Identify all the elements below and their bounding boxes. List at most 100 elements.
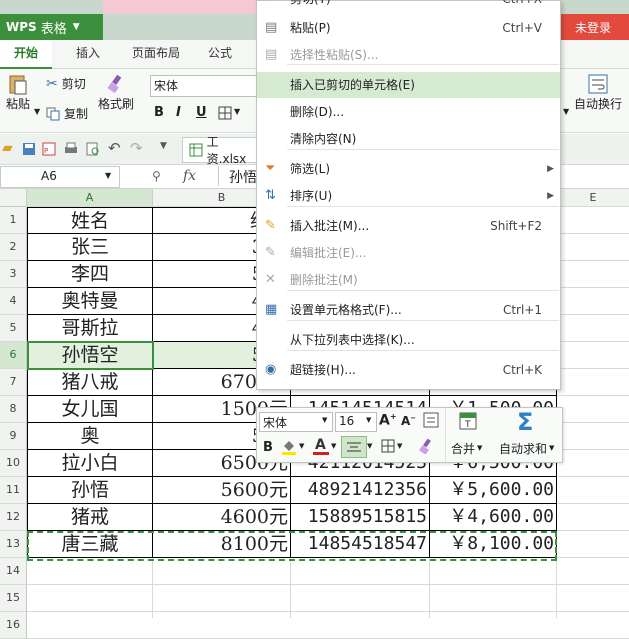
menu-item-14[interactable]: ◉ 超链接(H)... Ctrl+K xyxy=(257,357,560,383)
row-header-12[interactable]: 12 xyxy=(0,504,27,531)
menu-item-13[interactable]: 从下拉列表中选择(K)... xyxy=(257,327,560,353)
center-align-button[interactable] xyxy=(341,436,367,458)
menu-item-12[interactable]: ▦ 设置单元格格式(F)... Ctrl+1 xyxy=(257,297,560,323)
menu-item-shortcut: Shift+F2 xyxy=(490,219,542,233)
align-center-icon xyxy=(347,442,361,452)
row-header-4[interactable]: 4 xyxy=(0,288,27,315)
delete-comment-icon: ✕ xyxy=(265,272,276,287)
cell-a7[interactable]: 猪八戒 xyxy=(27,369,153,396)
menu-item-shortcut: Ctrl+X xyxy=(502,0,542,12)
shrink-font-icon[interactable]: A− xyxy=(401,414,416,428)
merge-label: 合并 xyxy=(451,442,476,456)
row-header-8[interactable]: 8 xyxy=(0,396,27,423)
grow-font-icon[interactable]: A+ xyxy=(379,412,397,429)
chevron-down-icon: ▼ xyxy=(322,416,328,424)
menu-item-10[interactable]: ✎ 编辑批注(E)... xyxy=(257,240,560,266)
menu-item-label: 清除内容(N) xyxy=(290,132,357,146)
font-color-swatch xyxy=(313,452,329,455)
chevron-down-icon[interactable]: ▼ xyxy=(299,442,304,450)
border-icon[interactable] xyxy=(381,439,395,453)
row-header-16[interactable]: 16 xyxy=(0,612,27,639)
cut-marquee xyxy=(27,531,557,561)
row-header-6[interactable]: 6 xyxy=(0,342,27,369)
cell-a5[interactable]: 哥斯拉 xyxy=(27,315,153,342)
context-menu: ✂ 剪切(T) Ctrl+X ▤ 粘贴(P) Ctrl+V ▤ 选择性粘贴(S)... 插入已剪… xyxy=(256,0,561,390)
menu-item-label: 超链接(H)... xyxy=(290,363,356,377)
filter-icon: ⏷ xyxy=(265,161,276,176)
scissors-icon: ✂ xyxy=(265,0,279,6)
menu-item-1[interactable]: ✂ 剪切(T) Ctrl+X xyxy=(257,0,560,12)
gridline xyxy=(26,584,629,585)
mini-size-select[interactable]: 16 ▼ xyxy=(335,412,377,432)
menu-item-shortcut: Ctrl+1 xyxy=(502,303,542,317)
menu-item-9[interactable]: ✎ 插入批注(M)... Shift+F2 xyxy=(257,213,560,239)
cell-a10[interactable]: 拉小白 xyxy=(27,450,153,477)
menu-item-shortcut: Ctrl+V xyxy=(502,21,542,35)
menu-item-label: 筛选(L) xyxy=(290,162,331,176)
chevron-down-icon: ▼ xyxy=(366,416,372,424)
cell-a12[interactable]: 猪戒 xyxy=(27,504,153,531)
cell-c11[interactable]: 48921412356 xyxy=(291,477,430,504)
row-header-5[interactable]: 5 xyxy=(0,315,27,342)
row-header-7[interactable]: 7 xyxy=(0,369,27,396)
chevron-down-icon[interactable]: ▼ xyxy=(367,442,372,450)
cell-b11[interactable]: 5600元 xyxy=(153,477,291,504)
cell-a9[interactable]: 奥 xyxy=(27,423,153,450)
cell-a1[interactable]: 姓名 xyxy=(27,207,153,234)
menu-item-label: 插入已剪切的单元格(E) xyxy=(290,78,415,92)
mini-font-name: 宋体 xyxy=(263,416,288,430)
chevron-down-icon[interactable]: ▼ xyxy=(397,442,402,450)
cell-style-icon[interactable] xyxy=(423,412,439,428)
menu-item-6[interactable]: 清除内容(N) xyxy=(257,126,560,152)
cell-a3[interactable]: 李四 xyxy=(27,261,153,288)
cell-a11[interactable]: 孙悟 xyxy=(27,477,153,504)
cell-d11[interactable]: ￥5,600.00 xyxy=(430,477,557,504)
autosum-label: 自动求和 xyxy=(499,442,548,456)
row-header-9[interactable]: 9 xyxy=(0,423,27,450)
autosum-button[interactable]: Σ 自动求和 ▼ xyxy=(495,408,559,460)
mini-toolbar: 宋体 ▼ 16 ▼ A+ A− B ▼ A ▼ ▼ ▼ T 合并 ▼ Σ 自动求… xyxy=(256,407,563,463)
menu-item-label: 编辑批注(E)... xyxy=(290,246,367,260)
merge-cells-icon: T xyxy=(459,412,477,430)
cell-d12[interactable]: ￥4,600.00 xyxy=(430,504,557,531)
merge-button[interactable]: T 合并 ▼ xyxy=(449,410,487,460)
menu-item-label: 排序(U) xyxy=(290,189,333,203)
row-header-3[interactable]: 3 xyxy=(0,261,27,288)
menu-item-4[interactable]: 插入已剪切的单元格(E) xyxy=(257,72,560,98)
row-header-13[interactable]: 13 xyxy=(0,531,27,558)
cell-a4[interactable]: 奥特曼 xyxy=(27,288,153,315)
insert-comment-icon: ✎ xyxy=(265,218,276,233)
menu-item-label: 选择性粘贴(S)... xyxy=(290,48,379,62)
menu-item-5[interactable]: 删除(D)... xyxy=(257,99,560,125)
font-color-icon[interactable]: A xyxy=(313,437,329,456)
chevron-down-icon[interactable]: ▼ xyxy=(331,442,336,450)
row-header-14[interactable]: 14 xyxy=(0,558,27,585)
menu-item-7[interactable]: ⏷ 筛选(L) ▶ xyxy=(257,156,560,182)
cell-a2[interactable]: 张三 xyxy=(27,234,153,261)
menu-item-label: 插入批注(M)... xyxy=(290,219,370,233)
row-header-11[interactable]: 11 xyxy=(0,477,27,504)
active-cell-outline xyxy=(27,341,154,370)
chevron-down-icon: ▼ xyxy=(477,444,483,452)
menu-item-8[interactable]: ⇅ 排序(U) ▶ xyxy=(257,183,560,209)
row-header-2[interactable]: 2 xyxy=(0,234,27,261)
row-header-10[interactable]: 10 xyxy=(0,450,27,477)
menu-item-11[interactable]: ✕ 删除批注(M) xyxy=(257,267,560,293)
menu-item-label: 从下拉列表中选择(K)... xyxy=(290,333,415,347)
brush-icon[interactable] xyxy=(417,438,433,454)
cell-a8[interactable]: 女儿国 xyxy=(27,396,153,423)
row-header-15[interactable]: 15 xyxy=(0,585,27,612)
mini-bold-button[interactable]: B xyxy=(263,440,273,455)
divider xyxy=(445,408,446,462)
menu-item-3[interactable]: ▤ 选择性粘贴(S)... xyxy=(257,42,560,68)
sigma-icon: Σ xyxy=(517,408,534,436)
cell-c12[interactable]: 15889515815 xyxy=(291,504,430,531)
fill-color-icon[interactable] xyxy=(281,438,297,456)
row-header-1[interactable]: 1 xyxy=(0,207,27,234)
menu-item-label: 粘贴(P) xyxy=(290,21,331,35)
cell-b12[interactable]: 4600元 xyxy=(153,504,291,531)
menu-item-label: 删除批注(M) xyxy=(290,273,358,287)
mini-font-select[interactable]: 宋体 ▼ xyxy=(259,412,333,432)
menu-item-label: 设置单元格格式(F)... xyxy=(290,303,402,317)
menu-item-2[interactable]: ▤ 粘贴(P) Ctrl+V xyxy=(257,15,560,41)
